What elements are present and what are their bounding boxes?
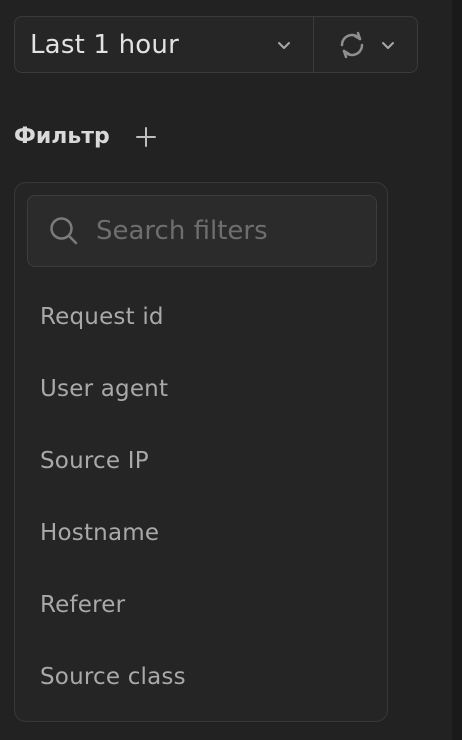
filter-option-request-id[interactable]: Request id — [15, 281, 387, 353]
filter-option-source-ip[interactable]: Source IP — [15, 425, 387, 497]
search-icon — [50, 217, 78, 245]
page: Last 1 hour Фильтр Search filters Reques… — [0, 0, 462, 740]
time-range-label: Last 1 hour — [30, 29, 179, 60]
filter-option-hostname[interactable]: Hostname — [15, 497, 387, 569]
filter-title: Фильтр — [14, 124, 110, 149]
refresh-button[interactable] — [314, 17, 417, 72]
search-filters-input[interactable] — [94, 210, 368, 252]
search-box[interactable] — [27, 195, 377, 267]
filter-option-label: Request id — [40, 304, 164, 330]
chevron-down-icon — [381, 41, 394, 49]
time-range-select[interactable]: Last 1 hour — [15, 17, 314, 72]
scroll-edge — [452, 0, 462, 740]
filter-option-label: Source class — [40, 664, 186, 690]
filter-option-label: User agent — [40, 376, 169, 402]
filter-option-user-agent[interactable]: User agent — [15, 353, 387, 425]
chevron-down-icon — [278, 41, 290, 49]
filter-option-label: Referer — [40, 592, 126, 618]
filter-option-label: Source IP — [40, 448, 149, 474]
filter-option-source-class[interactable]: Source class — [15, 641, 387, 713]
filter-option-label: Hostname — [40, 520, 160, 546]
filter-dropdown: Request id User agent Source IP Hostname… — [14, 182, 388, 722]
refresh-icon — [340, 31, 363, 58]
filter-header: Фильтр — [14, 124, 158, 149]
filter-option-referer[interactable]: Referer — [15, 569, 387, 641]
time-range-control: Last 1 hour — [14, 16, 418, 73]
add-filter-button[interactable] — [134, 125, 158, 149]
filter-options-list: Request id User agent Source IP Hostname… — [15, 281, 387, 713]
plus-icon — [135, 126, 156, 147]
